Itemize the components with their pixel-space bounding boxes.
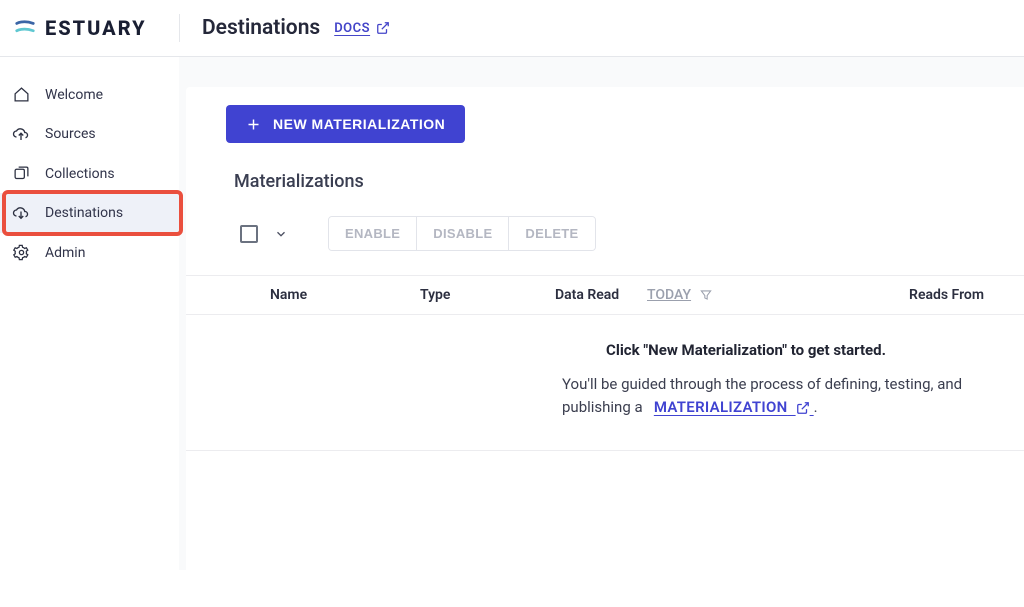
sidebar-item-admin[interactable]: Admin [0,233,179,272]
sidebar: Welcome Sources Collections Destinations… [0,57,179,570]
materialization-docs-link[interactable]: MATERIALIZATION [654,398,814,416]
column-today-filter[interactable]: TODAY [647,287,713,303]
page-title: Destinations [202,16,320,40]
column-data-read: Data Read [555,287,635,303]
bulk-action-group: ENABLE DISABLE DELETE [328,216,596,251]
disable-button[interactable]: DISABLE [417,217,509,250]
top-bar: ESTUARY Destinations DOCS [0,0,1024,57]
empty-state-body: You'll be guided through the process of … [562,373,996,420]
column-type: Type [420,287,555,303]
enable-button[interactable]: ENABLE [329,217,417,250]
chevron-down-icon [274,227,288,241]
logo[interactable]: ESTUARY [14,16,179,40]
sidebar-item-label: Collections [45,166,115,182]
sidebar-item-welcome[interactable]: Welcome [0,75,179,114]
materialization-link-label: MATERIALIZATION [654,398,788,416]
sidebar-item-label: Welcome [45,87,103,103]
docs-link-label: DOCS [334,21,370,36]
section-title: Materializations [234,171,1024,192]
new-materialization-button[interactable]: NEW MATERIALIZATION [226,105,465,143]
toolbar: ENABLE DISABLE DELETE [240,216,1024,251]
materializations-panel: NEW MATERIALIZATION Materializations ENA… [186,87,1024,607]
logo-icon [14,17,36,39]
empty-state-title: Click "New Materialization" to get start… [496,341,996,359]
select-menu-toggle[interactable] [270,223,292,245]
plus-icon [246,117,261,132]
external-link-icon [796,401,810,415]
sidebar-item-label: Admin [45,245,85,261]
column-name: Name [270,287,420,303]
empty-body-suffix: . [814,398,818,416]
sidebar-item-label: Sources [45,126,96,142]
sidebar-item-collections[interactable]: Collections [0,154,179,193]
cloud-download-icon [12,204,30,222]
column-reads-from: Reads From [909,287,984,303]
delete-button[interactable]: DELETE [509,217,594,250]
gear-icon [12,244,30,261]
sidebar-item-destinations[interactable]: Destinations [0,193,179,233]
new-button-label: NEW MATERIALIZATION [273,116,445,132]
header-divider [179,14,180,42]
today-label: TODAY [647,287,691,303]
empty-state: Click "New Materialization" to get start… [186,341,1024,451]
sidebar-item-label: Destinations [45,205,123,221]
collections-icon [12,165,30,182]
sidebar-item-sources[interactable]: Sources [0,114,179,154]
filter-icon [699,288,713,302]
select-all-checkbox[interactable] [240,225,258,243]
table-header: Name Type Data Read TODAY Reads From [186,275,1024,315]
docs-link[interactable]: DOCS [334,21,390,36]
cloud-upload-icon [12,125,30,143]
external-link-icon [376,21,390,35]
content-area: NEW MATERIALIZATION Materializations ENA… [179,57,1024,570]
brand-text: ESTUARY [45,16,147,40]
home-icon [12,86,30,103]
